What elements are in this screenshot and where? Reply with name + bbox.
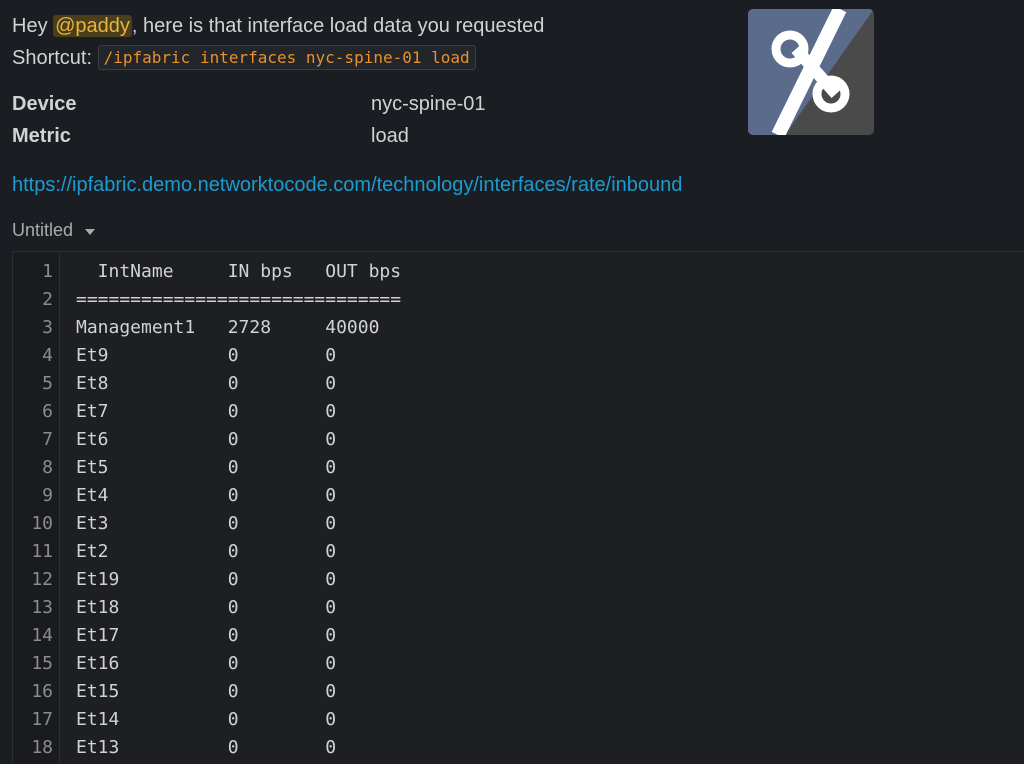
- user-mention[interactable]: @paddy: [53, 15, 132, 37]
- line-text: Et4 0 0: [76, 485, 337, 506]
- line-number: 12: [31, 569, 53, 590]
- line-text: Et13 0 0: [76, 737, 337, 758]
- line-text: Et3 0 0: [76, 513, 337, 534]
- snippet-title-text: Untitled: [12, 220, 74, 240]
- line-text: Et9 0 0: [76, 345, 337, 366]
- shortcut-line: Shortcut: /ipfabric interfaces nyc-spine…: [12, 44, 476, 73]
- line-text: Management1 2728 40000: [76, 317, 380, 338]
- code-snippet: 1 IntName IN bps OUT bps 2 ===============…: [12, 251, 1024, 764]
- line-text: Et16 0 0: [76, 653, 337, 674]
- greeting-text: Hey: [12, 15, 54, 37]
- metric-label: Metric: [12, 125, 71, 147]
- line-number: 9: [42, 485, 53, 506]
- line-number: 6: [42, 401, 53, 422]
- line-number: 4: [42, 345, 53, 366]
- message: Hey @paddy, here is that interface load …: [0, 0, 1024, 764]
- line-number: 2: [42, 289, 53, 310]
- line-number: 17: [31, 709, 53, 730]
- line-text: Et15 0 0: [76, 681, 337, 702]
- metric-value: load: [371, 125, 409, 147]
- line-number: 3: [42, 317, 53, 338]
- line-text: Et5 0 0: [76, 457, 337, 478]
- line-number: 18: [31, 737, 53, 758]
- ipfabric-logo-icon: [748, 9, 874, 135]
- line-number: 11: [31, 541, 53, 562]
- line-text: Et2 0 0: [76, 541, 337, 562]
- line-number: 1: [42, 261, 53, 282]
- line-text: Et7 0 0: [76, 401, 337, 422]
- line-text: Et14 0 0: [76, 709, 337, 730]
- line-text: ==============================: [76, 289, 402, 310]
- line-number: 15: [31, 653, 53, 674]
- device-value: nyc-spine-01: [371, 93, 486, 115]
- line-number: 10: [31, 513, 53, 534]
- line-number: 8: [42, 457, 53, 478]
- line-text: IntName IN bps OUT bps: [76, 261, 402, 282]
- line-number: 14: [31, 625, 53, 646]
- line-text: Et17 0 0: [76, 625, 337, 646]
- device-label: Device: [12, 93, 77, 115]
- chevron-down-icon: [85, 228, 96, 235]
- shortcut-command: /ipfabric interfaces nyc-spine-01 load: [97, 45, 476, 70]
- shortcut-label: Shortcut:: [12, 47, 98, 69]
- line-text: Et18 0 0: [76, 597, 337, 618]
- line-text: Et6 0 0: [76, 429, 337, 450]
- snippet-title[interactable]: Untitled: [12, 220, 96, 241]
- message-text: Hey @paddy, here is that interface load …: [12, 12, 544, 40]
- line-number: 7: [42, 429, 53, 450]
- message-body: , here is that interface load data you r…: [131, 15, 545, 37]
- line-number: 16: [31, 681, 53, 702]
- line-number: 5: [42, 373, 53, 394]
- line-text: Et19 0 0: [76, 569, 337, 590]
- ipfabric-link[interactable]: https://ipfabric.demo.networktocode.com/…: [12, 174, 682, 197]
- line-text: Et8 0 0: [76, 373, 337, 394]
- line-number: 13: [31, 597, 53, 618]
